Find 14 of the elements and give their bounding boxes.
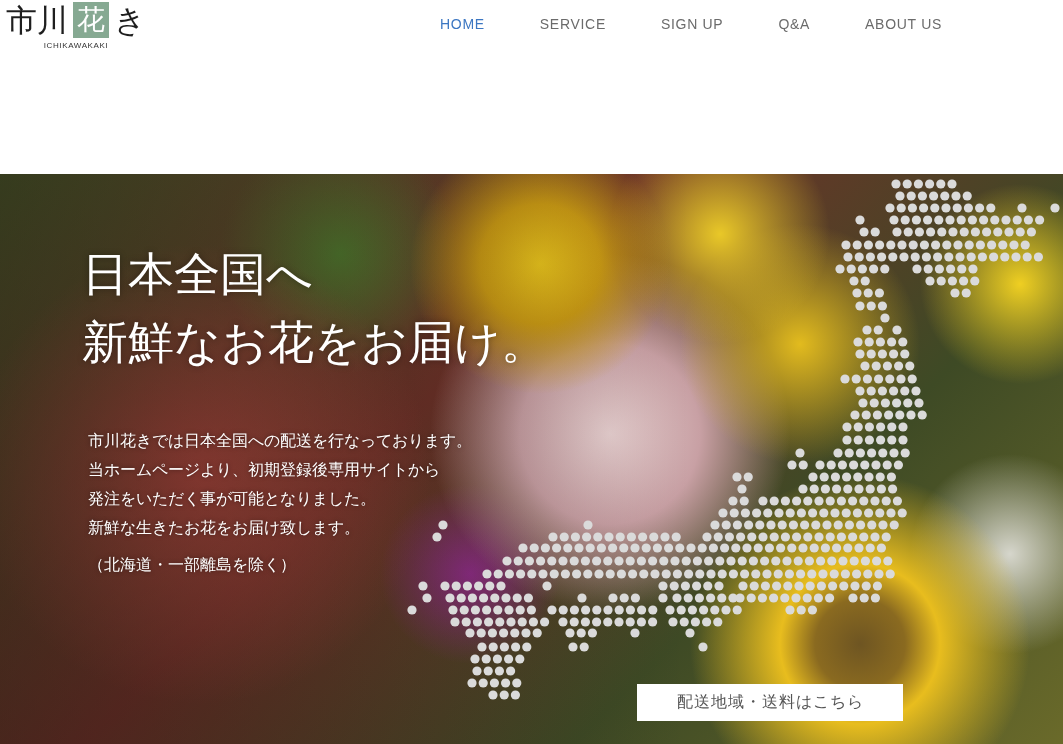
logo-mark: 花	[73, 2, 109, 38]
hero-headline: 日本全国へ 新鮮なお花をお届け。	[82, 246, 547, 371]
nav-link[interactable]: SERVICE	[539, 14, 606, 34]
nav-link[interactable]: Q&A	[778, 14, 811, 34]
nav-link[interactable]: ABOUT US	[865, 14, 942, 34]
logo-text: 市川	[6, 1, 68, 40]
delivery-note: （北海道・一部離島を除く）	[88, 555, 296, 576]
nav-link[interactable]: HOME	[440, 14, 485, 34]
dot-map-south-drawing	[467, 654, 525, 700]
nav-link[interactable]: SIGN UP	[660, 14, 724, 34]
logo-text: き	[114, 1, 146, 40]
delivery-area-button[interactable]: 配送地域・送料はこちら	[637, 684, 903, 721]
logo-tagline: ICHIKAWAKAKI	[43, 41, 109, 50]
intro-paragraph: 市川花きでは日本全国への配送を行なっております。 当ホームページより、初期登録後専用サイトから 発注をいただく事が可能となりました。 新鮮な生きたお花をお届け致します。	[88, 431, 472, 539]
